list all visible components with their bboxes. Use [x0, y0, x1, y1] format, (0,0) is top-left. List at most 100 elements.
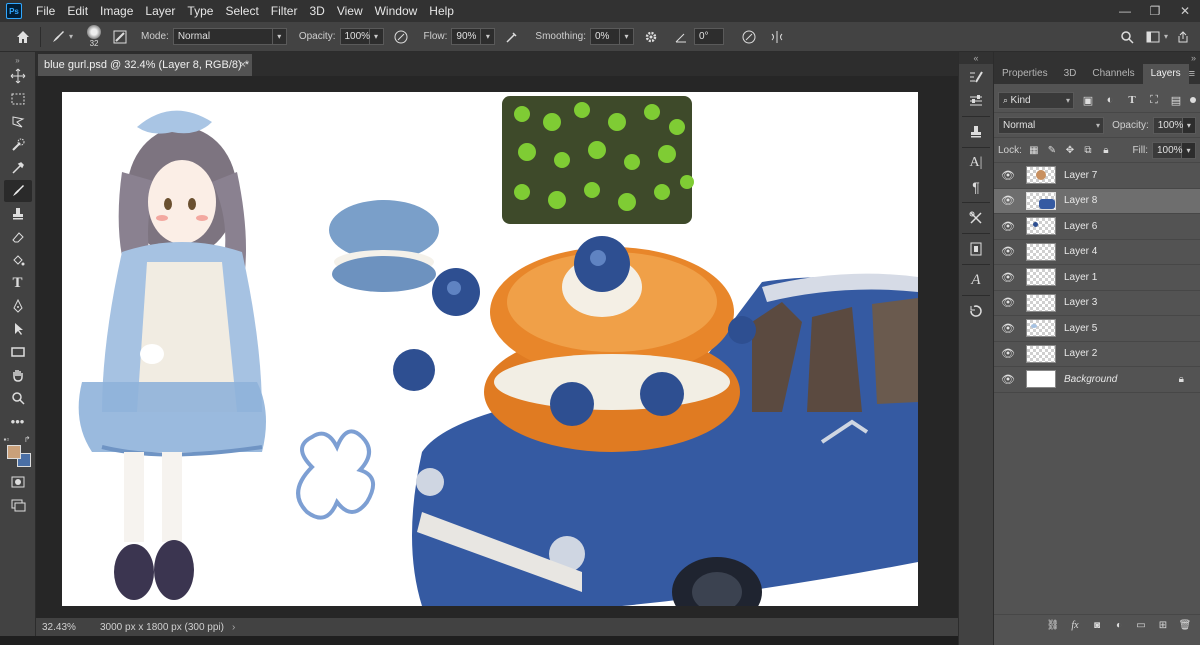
eye-icon[interactable]: 👁︎ [998, 193, 1018, 209]
tab-3d[interactable]: 3D [1056, 64, 1085, 84]
restore-button[interactable]: ❐ [1140, 0, 1170, 22]
menu-image[interactable]: Image [94, 0, 139, 22]
chevron-down-icon[interactable]: ▾ [620, 28, 634, 45]
zoom-level[interactable]: 32.43% [36, 622, 92, 633]
panel-menu-icon[interactable]: ≡ [1189, 64, 1200, 84]
trash-icon[interactable]: 🗑︎ [1174, 617, 1196, 635]
clone-source-panel-icon[interactable] [962, 121, 990, 143]
layer-row-layer-8[interactable]: 👁︎ Layer 8 [994, 188, 1200, 214]
layer-row-layer-3[interactable]: 👁︎ Layer 3 [994, 291, 1200, 316]
share-icon[interactable] [1172, 26, 1194, 48]
expand-panels-icon[interactable]: « [959, 52, 993, 64]
mode-select[interactable]: Normal [172, 28, 273, 45]
marquee-tool-icon[interactable] [4, 88, 32, 110]
adjustment-filter-icon[interactable]: ◐ [1102, 92, 1118, 108]
lock-position-icon[interactable]: ✥ [1062, 142, 1078, 158]
layer-row-background[interactable]: 👁︎ Background 🔒︎ [994, 367, 1200, 393]
chevron-down-icon[interactable]: ▾ [1182, 116, 1196, 134]
brush-settings-icon[interactable] [109, 26, 131, 48]
eye-icon[interactable]: 👁︎ [998, 244, 1018, 260]
chevron-down-icon[interactable]: ▾ [1182, 141, 1196, 159]
lasso-tool-icon[interactable] [4, 111, 32, 133]
menu-view[interactable]: View [331, 0, 369, 22]
workspace-icon[interactable] [1142, 26, 1164, 48]
type-tool-icon[interactable]: T [4, 272, 32, 294]
character-panel-icon[interactable]: A| [962, 152, 990, 174]
collapse-panels-icon[interactable]: » [994, 52, 1200, 64]
eye-icon[interactable]: 👁︎ [998, 320, 1018, 336]
home-icon[interactable] [12, 26, 34, 48]
chevron-down-icon[interactable]: ▾ [1164, 32, 1168, 41]
filter-toggle-icon[interactable] [1190, 97, 1196, 103]
document-tab[interactable]: blue gurl.psd @ 32.4% (Layer 8, RGB/8) *… [38, 54, 252, 76]
lock-artboard-icon[interactable]: ⧉ [1080, 142, 1096, 158]
add-mask-icon[interactable]: ◙ [1086, 617, 1108, 635]
blend-mode-select[interactable]: Normal ▾ [998, 116, 1105, 134]
color-swatches[interactable]: ▪▫ ↱ [3, 435, 33, 471]
tab-layers[interactable]: Layers [1142, 64, 1189, 84]
brush-tool-preset-icon[interactable] [47, 26, 69, 48]
adjustments-panel-icon[interactable] [962, 90, 990, 112]
glyphs-panel-icon[interactable]: A [962, 269, 990, 291]
filter-kind-select[interactable]: ⌕ Kind ▾ [998, 91, 1074, 109]
minimize-button[interactable]: — [1110, 0, 1140, 22]
default-colors-icon[interactable]: ▪▫ [4, 435, 10, 444]
brush-tool-icon[interactable] [3, 180, 32, 202]
adjustment-layer-icon[interactable]: ◐ [1108, 617, 1130, 635]
lock-all-icon[interactable]: 🔒︎ [1098, 142, 1114, 158]
pen-tool-icon[interactable] [4, 295, 32, 317]
menu-select[interactable]: Select [219, 0, 264, 22]
lock-pixels-icon[interactable]: ✎ [1044, 142, 1060, 158]
paint-bucket-tool-icon[interactable] [4, 249, 32, 271]
tab-channels[interactable]: Channels [1084, 64, 1142, 84]
history-panel-icon[interactable] [962, 300, 990, 322]
layer-row-layer-4[interactable]: 👁︎ Layer 4 [994, 240, 1200, 265]
eye-icon[interactable]: 👁︎ [998, 269, 1018, 285]
move-tool-icon[interactable] [4, 65, 32, 87]
opacity-input[interactable]: 100% [339, 28, 370, 45]
flow-input[interactable]: 90% [451, 28, 482, 45]
menu-help[interactable]: Help [423, 0, 460, 22]
brush-size-picker[interactable]: 32 [87, 25, 102, 48]
lock-transparent-icon[interactable]: ▦ [1026, 142, 1042, 158]
menu-file[interactable]: File [30, 0, 61, 22]
screen-mode-icon[interactable] [4, 494, 32, 516]
quick-mask-icon[interactable] [4, 471, 32, 493]
pressure-size-icon[interactable] [738, 26, 760, 48]
more-tools-icon[interactable]: ••• [4, 410, 32, 432]
stamp-tool-icon[interactable] [4, 203, 32, 225]
path-select-tool-icon[interactable] [4, 318, 32, 340]
smart-object-filter-icon[interactable]: ▤ [1168, 92, 1184, 108]
smoothing-input[interactable]: 0% [590, 28, 620, 45]
layer-row-layer-5[interactable]: 👁︎ Layer 5 [994, 316, 1200, 342]
artboard[interactable] [62, 92, 918, 606]
layer-row-layer-2[interactable]: 👁︎ Layer 2 [994, 342, 1200, 367]
close-tab-icon[interactable]: × [240, 54, 246, 76]
eye-icon[interactable]: 👁︎ [998, 167, 1018, 183]
chevron-down-icon[interactable]: ▾ [369, 28, 384, 45]
quick-select-tool-icon[interactable] [4, 134, 32, 156]
eyedropper-tool-icon[interactable] [4, 157, 32, 179]
eye-icon[interactable]: 👁︎ [998, 346, 1018, 362]
airbrush-icon[interactable] [501, 26, 523, 48]
brush-settings-panel-icon[interactable] [962, 66, 990, 88]
fill-input[interactable]: 100% [1152, 141, 1183, 159]
chevron-down-icon[interactable]: ▾ [481, 28, 496, 45]
close-window-button[interactable]: ✕ [1170, 0, 1200, 22]
angle-input[interactable]: 0° [694, 28, 724, 45]
type-filter-icon[interactable]: T [1124, 92, 1140, 108]
image-filter-icon[interactable]: ▣ [1080, 92, 1096, 108]
hand-tool-icon[interactable] [4, 364, 32, 386]
eraser-tool-icon[interactable] [4, 226, 32, 248]
foreground-color-swatch[interactable] [6, 445, 21, 459]
shape-filter-icon[interactable]: ⛶ [1146, 92, 1162, 108]
menu-layer[interactable]: Layer [139, 0, 181, 22]
layer-row-layer-1[interactable]: 👁︎ Layer 1 [994, 265, 1200, 291]
menu-filter[interactable]: Filter [265, 0, 304, 22]
gear-icon[interactable] [640, 26, 662, 48]
chevron-right-icon[interactable]: › [232, 622, 235, 633]
tool-presets-panel-icon[interactable] [962, 207, 990, 229]
eye-icon[interactable]: 👁︎ [998, 371, 1018, 387]
collapse-icon[interactable]: » [15, 56, 19, 65]
libraries-panel-icon[interactable] [962, 238, 990, 260]
